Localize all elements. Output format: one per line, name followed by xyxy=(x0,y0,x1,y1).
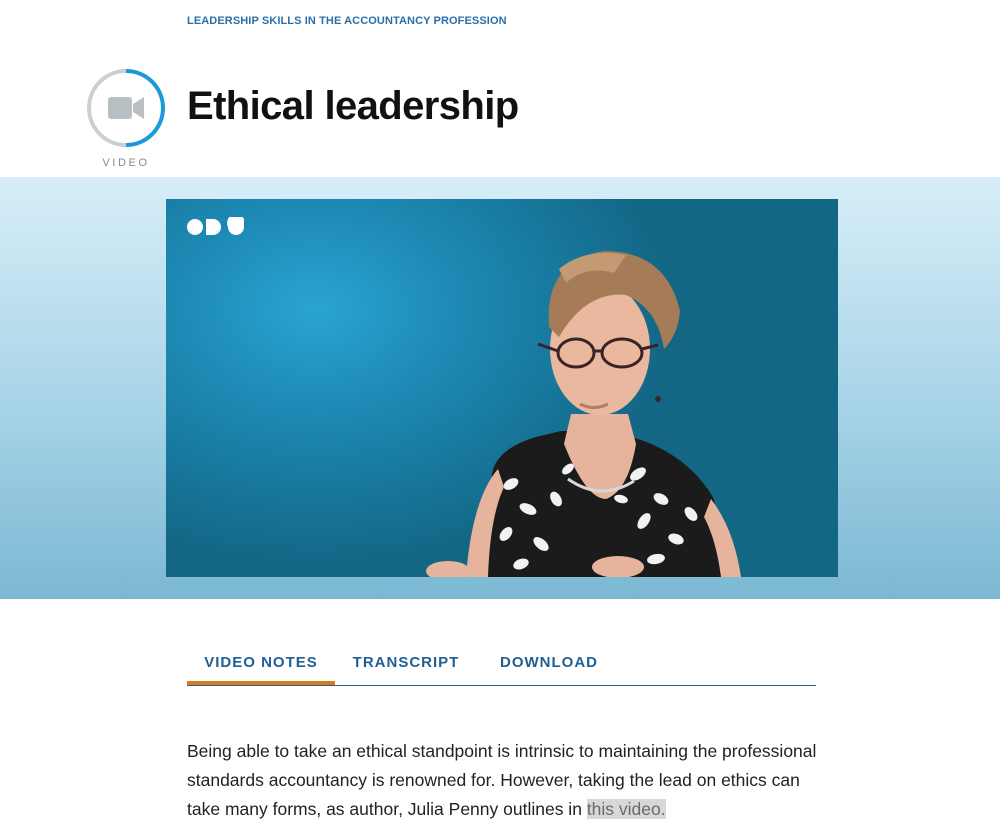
tab-transcript[interactable]: TRANSCRIPT xyxy=(344,650,468,685)
breadcrumb[interactable]: LEADERSHIP SKILLS IN THE ACCOUNTANCY PRO… xyxy=(187,15,507,27)
video-camera-icon xyxy=(87,69,165,147)
body-paragraph: Being able to take an ethical standpoint… xyxy=(187,741,817,819)
media-type-label: VIDEO xyxy=(102,157,150,169)
speaker-figure xyxy=(426,251,741,577)
tab-download[interactable]: DOWNLOAD xyxy=(489,650,609,685)
video-player[interactable] xyxy=(166,199,838,577)
tab-bar: VIDEO NOTES TRANSCRIPT DOWNLOAD xyxy=(187,650,816,686)
video-notes-text: Being able to take an ethical standpoint… xyxy=(187,737,827,824)
tab-video-notes[interactable]: VIDEO NOTES xyxy=(187,650,335,685)
video-band xyxy=(0,177,1000,599)
page-title: Ethical leadership xyxy=(187,84,519,128)
video-link[interactable]: this video. xyxy=(586,799,666,819)
